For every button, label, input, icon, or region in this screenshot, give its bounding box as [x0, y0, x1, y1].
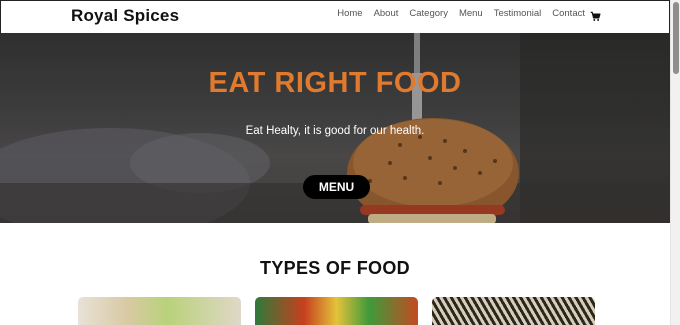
nav-menu[interactable]: Menu: [459, 8, 483, 19]
nav-about[interactable]: About: [374, 8, 399, 19]
vegetables-image[interactable]: [255, 297, 418, 325]
nav-testimonial[interactable]: Testimonial: [494, 8, 542, 19]
scrollbar-thumb[interactable]: [673, 2, 679, 74]
cart-icon[interactable]: [590, 11, 601, 22]
navbar: Royal Spices Home About Category Menu Te…: [0, 0, 670, 33]
fruit-bowl-image[interactable]: [78, 297, 241, 325]
menu-button[interactable]: MENU: [303, 175, 370, 199]
hero-banner: EAT RIGHT FOOD Eat Healty, it is good fo…: [0, 33, 670, 223]
nav-category[interactable]: Category: [409, 8, 448, 19]
page-scrollbar[interactable]: [670, 0, 680, 325]
nav-contact[interactable]: Contact: [552, 8, 585, 19]
hero-subtitle: Eat Healty, it is good for our health.: [245, 125, 425, 137]
grains-image[interactable]: [432, 297, 595, 325]
brand-logo[interactable]: Royal Spices: [71, 6, 179, 26]
nav-home[interactable]: Home: [337, 8, 362, 19]
types-of-food-title: TYPES OF FOOD: [260, 258, 410, 278]
nav-links: Home About Category Menu Testimonial Con…: [337, 8, 585, 19]
hero-title: EAT RIGHT FOOD: [208, 67, 462, 99]
